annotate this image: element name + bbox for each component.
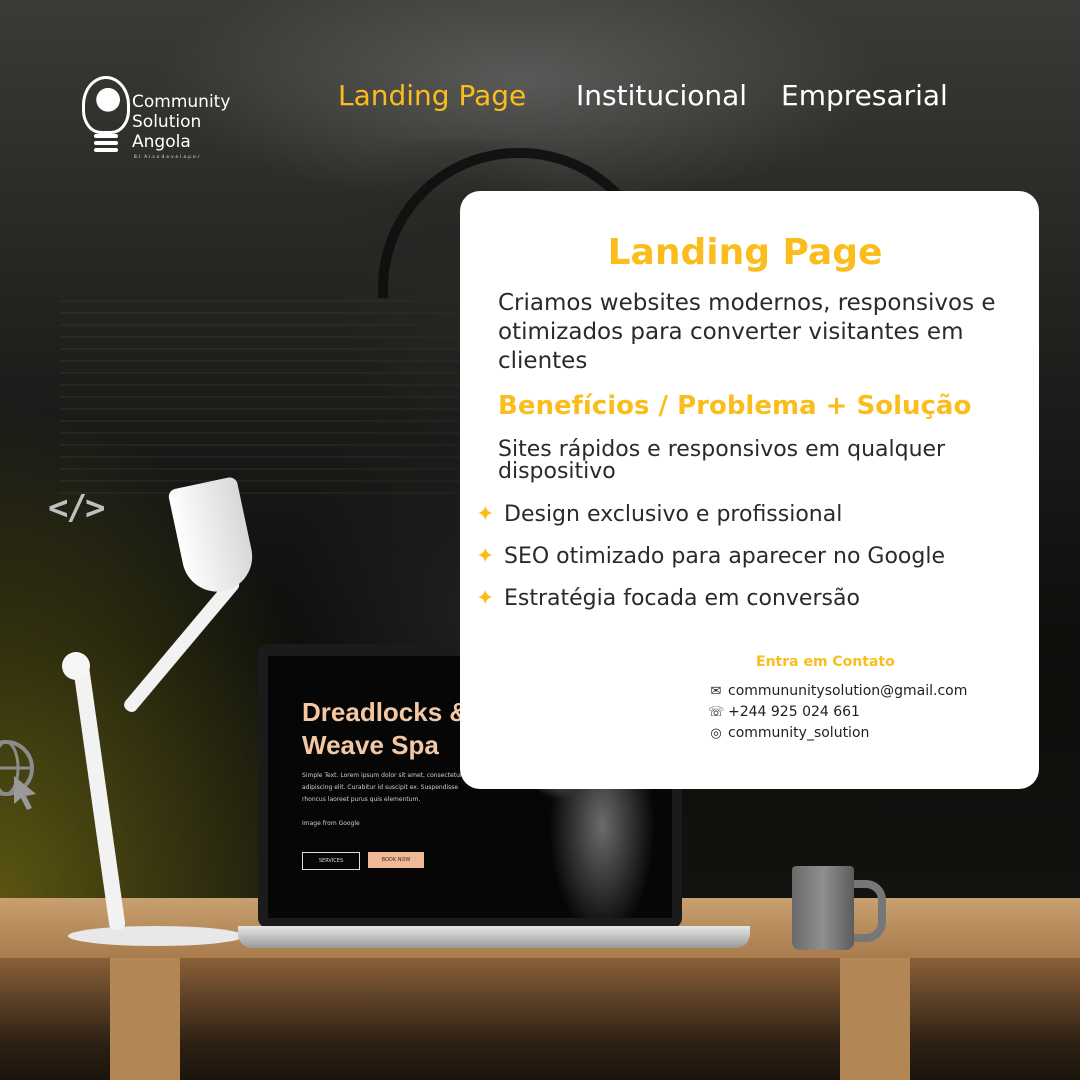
card-subtitle: Benefícios / Problema + Solução	[498, 391, 972, 421]
lightbulb-globe-icon	[82, 76, 130, 134]
benefit-item: ✦ Estratégia focada em conversão	[476, 583, 1026, 625]
sparkle-icon: ✦	[476, 544, 495, 569]
contact-instagram[interactable]: ◎ community_solution	[708, 723, 869, 743]
mockup-credit: Image from Google	[302, 820, 360, 827]
contact-heading: Entra em Contato	[756, 654, 895, 670]
sparkle-icon: ✦	[476, 502, 495, 527]
lamp-arm-lower	[72, 661, 126, 932]
mockup-book-button: BOOK NOW	[368, 852, 424, 868]
mockup-title-line-2: Weave Spa	[302, 730, 439, 760]
email-icon: ✉	[710, 684, 722, 699]
contact-phone-text: +244 925 024 661	[728, 704, 860, 720]
web-cursor-icon	[0, 740, 36, 810]
mockup-title: Dreadlocks & Weave Spa	[302, 696, 468, 762]
brand-line-3: Angola	[132, 132, 191, 152]
lamp-base	[68, 926, 244, 946]
laptop-base	[238, 926, 750, 948]
contact-phone[interactable]: ☏ +244 925 024 661	[708, 702, 860, 722]
lamp-joint	[62, 652, 90, 680]
benefit-label: Design exclusivo e profissional	[504, 502, 843, 527]
benefit-item: ✦ SEO otimizado para aparecer no Google	[476, 541, 1026, 583]
contact-email-text: commununitysolution@gmail.com	[728, 683, 968, 699]
nav-landing-page[interactable]: Landing Page	[338, 78, 526, 114]
brand-line-1: Community	[132, 92, 231, 112]
brand-line-2: Solution	[132, 112, 202, 132]
lightbulb-base-icon	[94, 134, 118, 138]
info-card: Landing Page Criamos websites modernos, …	[460, 191, 1039, 789]
card-title: Landing Page	[607, 232, 883, 273]
mug	[792, 866, 854, 950]
benefit-list: ✦ Design exclusivo e profissional ✦ SEO …	[476, 499, 1026, 625]
desk-leg-right	[840, 958, 910, 1080]
brand-logo[interactable]: Community Solution Angola B.I. A.l.s.o d…	[80, 74, 260, 164]
nav-institucional[interactable]: Institucional	[576, 78, 747, 114]
brand-tagline: B.I. A.l.s.o d.e.v.e.l.o.p.e.r	[134, 154, 200, 159]
mockup-services-button: SERVICES	[302, 852, 360, 870]
mockup-title-line-1: Dreadlocks &	[302, 697, 469, 727]
nav-empresarial[interactable]: Empresarial	[781, 78, 948, 114]
instagram-icon: ◎	[710, 726, 722, 741]
benefit-label: Estratégia focada em conversão	[504, 586, 860, 611]
card-lead: Sites rápidos e responsivos em qualquer …	[498, 437, 946, 484]
card-intro: Criamos websites modernos, responsivos e…	[498, 290, 996, 374]
benefit-label: SEO otimizado para aparecer no Google	[504, 544, 945, 569]
sparkle-icon: ✦	[476, 586, 495, 611]
contact-instagram-text: community_solution	[728, 725, 870, 741]
promo-canvas: Community Solution Angola B.I. A.l.s.o d…	[0, 0, 1080, 1080]
mockup-body-text: Simple Text. Lorem ipsum dolor sit amet,…	[302, 772, 463, 803]
top-nav: Landing Page Institucional Empresarial	[338, 78, 978, 118]
contact-email[interactable]: ✉ commununitysolution@gmail.com	[708, 681, 968, 701]
code-brackets-icon: </>	[48, 488, 105, 528]
desk-leg-left	[110, 958, 180, 1080]
lamp-arm-upper	[121, 575, 242, 715]
phone-icon: ☏	[708, 705, 725, 720]
benefit-item: ✦ Design exclusivo e profissional	[476, 499, 1026, 541]
